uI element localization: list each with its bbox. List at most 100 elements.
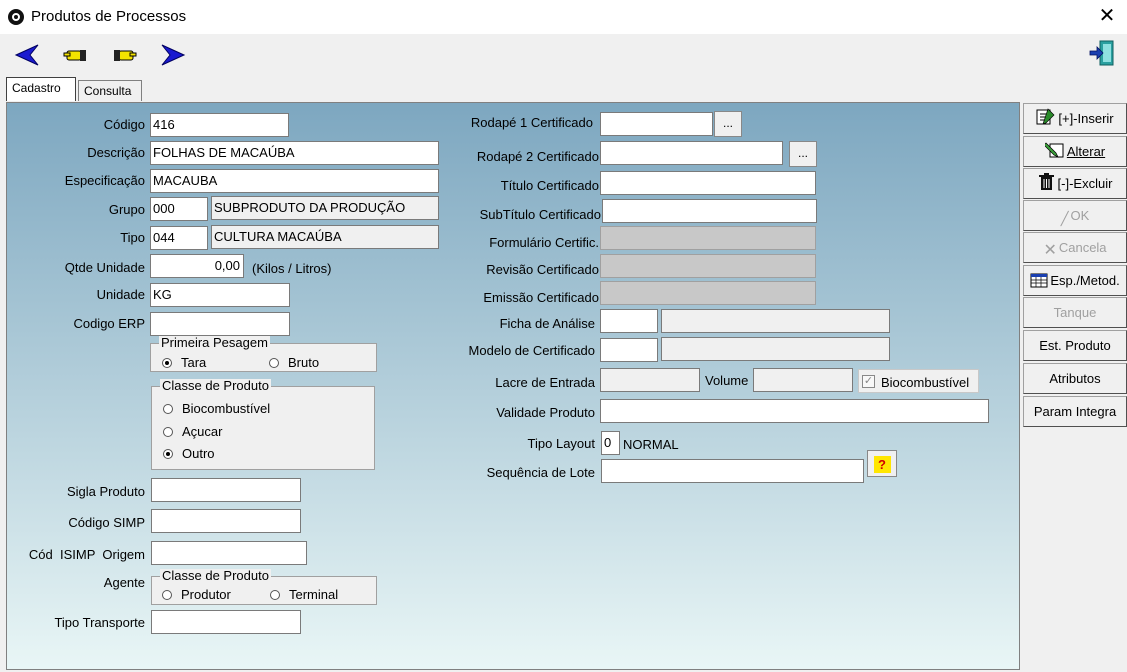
- titulo-certificado-field[interactable]: [600, 171, 816, 195]
- trash-icon: [1038, 173, 1054, 190]
- volume-field[interactable]: [753, 368, 853, 392]
- alterar-label: Alterar: [1066, 144, 1106, 159]
- qtde-unidade-suffix: (Kilos / Litros): [252, 261, 332, 276]
- cod-isimp-origem-field[interactable]: [151, 541, 307, 565]
- grupo-name-field: SUBPRODUTO DA PRODUÇÃO: [211, 196, 439, 220]
- radio-empty-icon: [270, 590, 280, 600]
- inserir-button[interactable]: [+]-Inserir: [1023, 103, 1127, 134]
- tipo-layout-label: Tipo Layout: [527, 436, 595, 451]
- atributos-button[interactable]: Atributos: [1023, 363, 1127, 394]
- radio-empty-icon: [163, 427, 173, 437]
- rodape2-field[interactable]: [600, 141, 783, 165]
- cod-isimp-origem-label: Cód ISIMP Origem: [28, 547, 145, 562]
- help-button[interactable]: ?: [867, 450, 897, 477]
- biocombustivel-checkbox[interactable]: ✓: [862, 375, 875, 388]
- descricao-label: Descrição: [87, 145, 145, 160]
- tab-consulta[interactable]: Consulta: [78, 80, 142, 101]
- validade-produto-label: Validade Produto: [496, 405, 595, 420]
- radio-acucar[interactable]: Açucar: [163, 424, 222, 439]
- last-record-button[interactable]: [110, 40, 138, 70]
- hand-left-icon: [63, 50, 86, 61]
- radio-empty-icon: [269, 358, 279, 368]
- codigo-erp-field[interactable]: [150, 312, 290, 336]
- lacre-entrada-label: Lacre de Entrada: [495, 375, 595, 390]
- modelo-certificado-label: Modelo de Certificado: [468, 343, 595, 358]
- codigo-simp-field[interactable]: [151, 509, 301, 533]
- esp-metod-button[interactable]: Esp./Metod.: [1023, 265, 1127, 296]
- sequencia-lote-label: Sequência de Lote: [486, 465, 595, 480]
- radio-bruto-label: Bruto: [288, 355, 320, 370]
- previous-record-button[interactable]: [12, 40, 40, 70]
- table-icon: [1030, 273, 1048, 288]
- emissao-certificado-field: [600, 281, 816, 305]
- rodape1-label: Rodapé 1 Certificado: [470, 115, 593, 130]
- agente-label: Agente: [103, 575, 145, 590]
- ficha-analise-name-field: [661, 309, 890, 333]
- alterar-button[interactable]: Alterar: [1023, 136, 1127, 167]
- cancela-button[interactable]: ✕ Cancela: [1023, 232, 1127, 263]
- radio-selected-icon: [163, 449, 173, 459]
- arrow-left-icon: [14, 44, 39, 66]
- formulario-certific-field: [600, 226, 816, 250]
- codigo-field[interactable]: 416: [150, 113, 289, 137]
- radio-empty-icon: [162, 590, 172, 600]
- question-icon: ?: [873, 456, 891, 474]
- tab-cadastro[interactable]: Cadastro: [6, 77, 76, 101]
- exit-button[interactable]: [1088, 38, 1116, 68]
- esp-metod-label: Esp./Metod.: [1050, 273, 1120, 288]
- qtde-unidade-field[interactable]: 0,00: [150, 254, 244, 278]
- unidade-field[interactable]: KG: [150, 283, 290, 307]
- qtde-unidade-label: Qtde Unidade: [64, 260, 145, 275]
- radio-bruto[interactable]: Bruto: [269, 355, 319, 370]
- codigo-simp-label: Código SIMP: [68, 515, 145, 530]
- emissao-certificado-label: Emissão Certificado: [483, 290, 599, 305]
- ok-button[interactable]: ╱ OK: [1023, 200, 1127, 231]
- tipo-transporte-field[interactable]: [151, 610, 301, 634]
- radio-empty-icon: [163, 404, 173, 414]
- radio-tara[interactable]: Tara: [162, 355, 206, 370]
- hand-right-icon: [114, 50, 137, 61]
- rodape1-field[interactable]: [600, 112, 713, 136]
- ficha-analise-code-field[interactable]: [600, 309, 658, 333]
- sigla-produto-field[interactable]: [151, 478, 301, 502]
- rodape2-browse-button[interactable]: ...: [789, 141, 817, 167]
- biocombustivel-checkbox-label: Biocombustível: [881, 375, 970, 390]
- validade-produto-field[interactable]: [600, 399, 989, 423]
- radio-produtor[interactable]: Produtor: [162, 587, 231, 602]
- agente-group-title: Classe de Produto: [160, 568, 271, 583]
- radio-biocombustivel[interactable]: Biocombustível: [163, 401, 270, 416]
- arrow-right-icon: [161, 44, 186, 66]
- tipo-layout-field[interactable]: 0: [601, 431, 620, 455]
- sequencia-lote-field[interactable]: [601, 459, 864, 483]
- close-button[interactable]: ✕: [1096, 3, 1118, 29]
- rodape1-browse-button[interactable]: ...: [714, 111, 742, 137]
- modelo-certificado-code-field[interactable]: [600, 338, 658, 362]
- first-record-button[interactable]: [62, 40, 90, 70]
- param-integra-button[interactable]: Param Integra: [1023, 396, 1127, 427]
- tipo-label: Tipo: [120, 230, 145, 245]
- radio-terminal[interactable]: Terminal: [270, 587, 338, 602]
- edit-icon: [1044, 142, 1064, 158]
- subtitulo-certificado-field[interactable]: [602, 199, 817, 223]
- exit-door-icon: [1089, 40, 1114, 66]
- cancel-icon: ✕: [1043, 242, 1057, 259]
- excluir-button[interactable]: [-]-Excluir: [1023, 168, 1127, 199]
- radio-outro[interactable]: Outro: [163, 446, 215, 461]
- modelo-certificado-name-field: [661, 337, 890, 361]
- tipo-transporte-label: Tipo Transporte: [54, 615, 145, 630]
- window-title: Produtos de Processos: [31, 8, 187, 25]
- radio-terminal-label: Terminal: [289, 587, 339, 602]
- grupo-code-field[interactable]: 000: [150, 197, 208, 221]
- descricao-field[interactable]: FOLHAS DE MACAÚBA: [150, 141, 439, 165]
- tipo-code-field[interactable]: 044: [150, 226, 208, 250]
- excluir-label: [-]-Excluir: [1057, 176, 1113, 191]
- est-produto-button[interactable]: Est. Produto: [1023, 330, 1127, 361]
- radio-outro-label: Outro: [182, 446, 215, 461]
- tanque-button[interactable]: Tanque: [1023, 297, 1127, 328]
- classe-produto-title: Classe de Produto: [160, 378, 271, 393]
- lacre-entrada-field[interactable]: [600, 368, 700, 392]
- insert-icon: [1036, 108, 1055, 125]
- titulo-certificado-label: Título Certificado: [500, 178, 599, 193]
- next-record-button[interactable]: [160, 40, 188, 70]
- especificacao-field[interactable]: MACAUBA: [150, 169, 439, 193]
